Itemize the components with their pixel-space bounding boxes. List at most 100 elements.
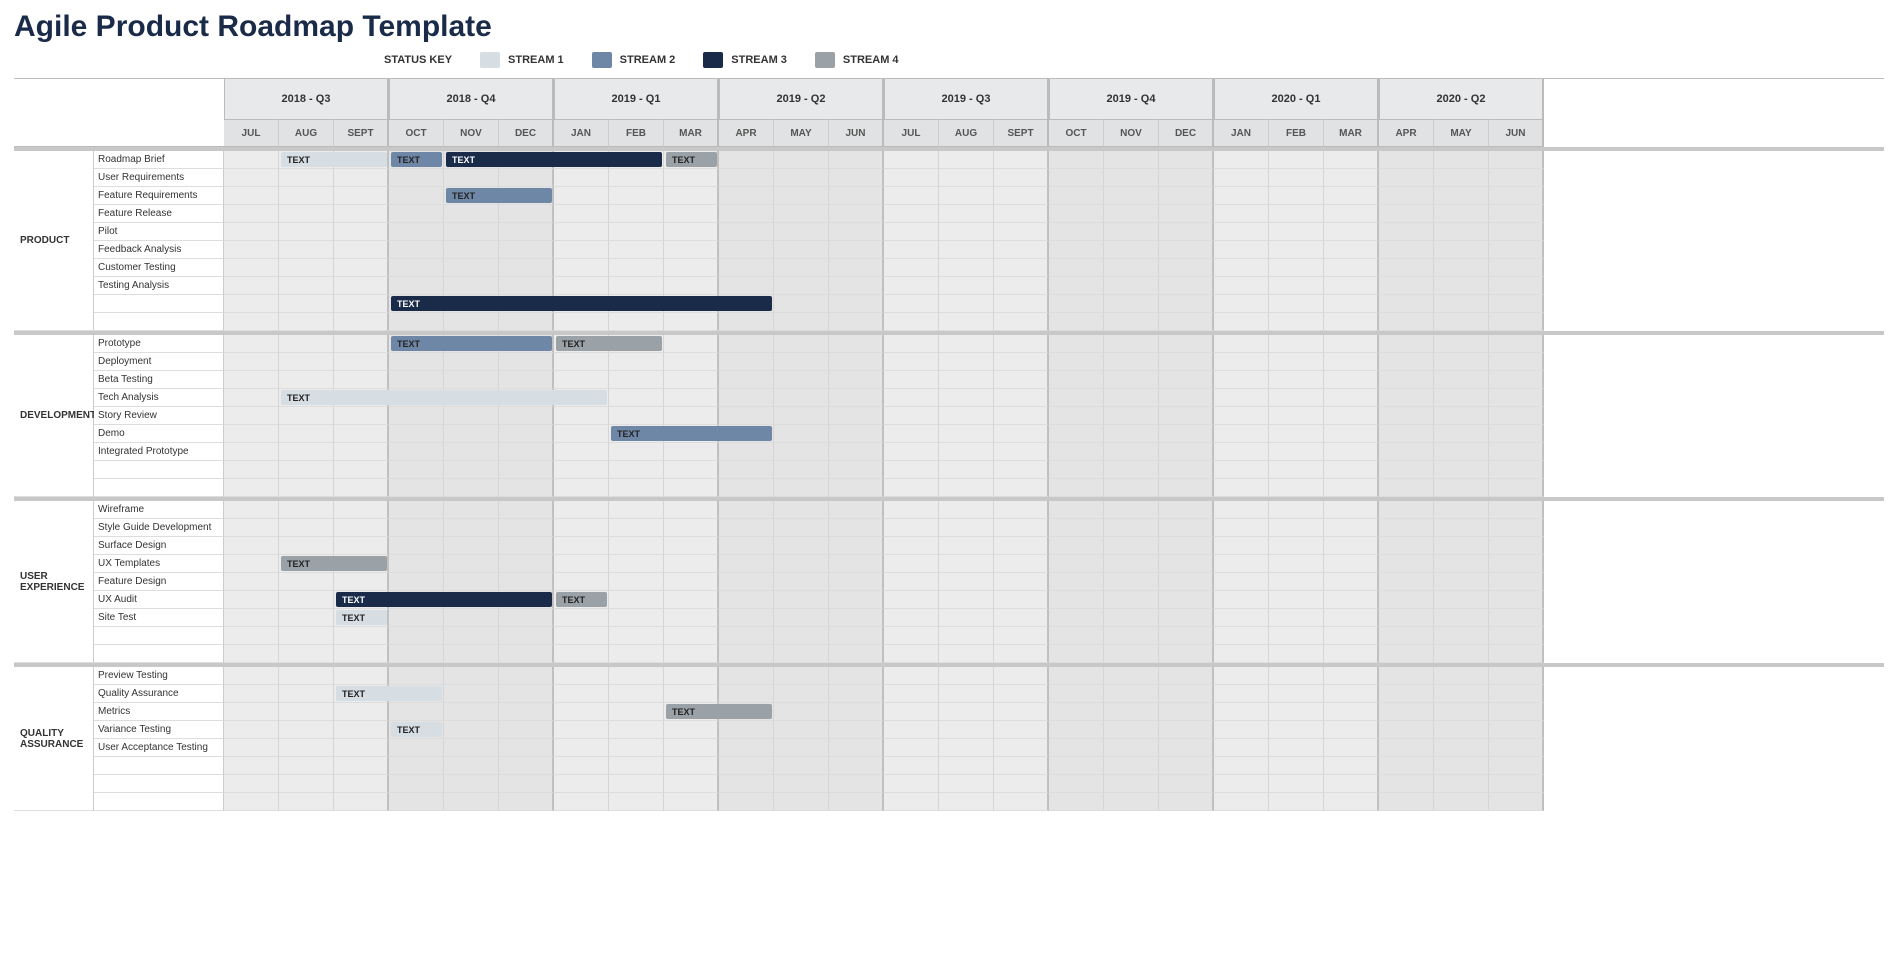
timeline-cell	[1159, 389, 1214, 407]
timeline-cell	[719, 739, 774, 757]
gantt-bar[interactable]: TEXT	[336, 686, 442, 701]
timeline-cell	[1379, 501, 1434, 519]
timeline-cell: TEXT	[554, 591, 609, 609]
month-header: JUN	[829, 119, 884, 147]
gantt-bar[interactable]: TEXT	[446, 152, 662, 167]
timeline-cell	[719, 793, 774, 811]
timeline-cell	[1159, 609, 1214, 627]
timeline-cell	[719, 151, 774, 169]
timeline-cell	[334, 295, 389, 313]
timeline-cell	[609, 501, 664, 519]
timeline-cell	[829, 461, 884, 479]
gantt-bar[interactable]: TEXT	[556, 592, 607, 607]
timeline-cell	[1269, 223, 1324, 241]
timeline-cell	[774, 169, 829, 187]
timeline-cell	[334, 573, 389, 591]
month-header: JUN	[1489, 119, 1544, 147]
timeline-cell	[719, 187, 774, 205]
timeline-cell	[444, 259, 499, 277]
timeline-cell	[499, 573, 554, 591]
timeline-cell	[1489, 425, 1544, 443]
timeline-cell	[1269, 627, 1324, 645]
timeline-cell	[279, 519, 334, 537]
gantt-bar[interactable]: TEXT	[391, 722, 442, 737]
timeline-cell	[1434, 371, 1489, 389]
timeline-cell	[1324, 461, 1379, 479]
timeline-cell	[1159, 519, 1214, 537]
timeline-cell	[499, 313, 554, 331]
timeline-cell	[389, 609, 444, 627]
timeline-cell	[334, 703, 389, 721]
timeline-cell	[334, 793, 389, 811]
timeline-cell	[939, 627, 994, 645]
gantt-bar[interactable]: TEXT	[446, 188, 552, 203]
timeline-cell	[1324, 519, 1379, 537]
gantt-bar[interactable]: TEXT	[336, 610, 387, 625]
timeline-cell	[829, 645, 884, 663]
timeline-cell	[389, 425, 444, 443]
timeline-cell	[554, 479, 609, 497]
timeline-cell	[719, 259, 774, 277]
timeline-cell	[1049, 443, 1104, 461]
timeline-cell	[719, 757, 774, 775]
timeline-cell	[554, 573, 609, 591]
timeline-cell	[829, 259, 884, 277]
timeline-cell	[1269, 389, 1324, 407]
timeline-cell	[939, 425, 994, 443]
legend-item-s1: STREAM 1	[480, 52, 564, 68]
gantt-bar[interactable]: TEXT	[391, 296, 772, 311]
timeline-cell	[1049, 685, 1104, 703]
month-header: MAY	[774, 119, 829, 147]
timeline-cell	[884, 259, 939, 277]
timeline-cell	[664, 573, 719, 591]
task-label: Beta Testing	[94, 371, 224, 389]
timeline-cell: TEXT	[389, 151, 444, 169]
timeline-cell	[1434, 645, 1489, 663]
timeline-cell: TEXT	[609, 425, 664, 443]
timeline-cell	[1324, 353, 1379, 371]
timeline-cell	[939, 295, 994, 313]
timeline-cell	[939, 721, 994, 739]
timeline-cell	[774, 645, 829, 663]
gantt-bar[interactable]: TEXT	[281, 152, 387, 167]
timeline-cell	[829, 169, 884, 187]
timeline-cell	[1324, 407, 1379, 425]
gantt-bar[interactable]: TEXT	[666, 152, 717, 167]
timeline-cell	[554, 443, 609, 461]
timeline-cell	[279, 793, 334, 811]
timeline-cell	[1214, 739, 1269, 757]
timeline-cell	[554, 775, 609, 793]
timeline-cell	[1269, 151, 1324, 169]
gantt-bar[interactable]: TEXT	[281, 390, 607, 405]
timeline-cell	[1379, 205, 1434, 223]
timeline-cell	[1269, 335, 1324, 353]
timeline-cell	[664, 519, 719, 537]
timeline-cell	[829, 501, 884, 519]
timeline-cell	[444, 667, 499, 685]
timeline-cell	[664, 609, 719, 627]
timeline-cell	[994, 555, 1049, 573]
timeline-cell	[939, 241, 994, 259]
timeline-cell	[499, 371, 554, 389]
gantt-bar[interactable]: TEXT	[391, 152, 442, 167]
gantt-bar[interactable]: TEXT	[336, 592, 552, 607]
timeline-cell	[664, 501, 719, 519]
timeline-cell	[224, 609, 279, 627]
timeline-cell	[1159, 461, 1214, 479]
gantt-bar[interactable]: TEXT	[281, 556, 387, 571]
month-header: APR	[719, 119, 774, 147]
timeline-cell	[389, 353, 444, 371]
timeline-cell	[1159, 703, 1214, 721]
gantt-bar[interactable]: TEXT	[611, 426, 772, 441]
timeline-cell	[1049, 371, 1104, 389]
timeline-cell	[279, 223, 334, 241]
timeline-cell	[829, 425, 884, 443]
timeline-cell	[444, 169, 499, 187]
gantt-bar[interactable]: TEXT	[391, 336, 552, 351]
timeline-cell	[1489, 721, 1544, 739]
gantt-bar[interactable]: TEXT	[666, 704, 772, 719]
timeline-cell	[389, 555, 444, 573]
timeline-cell	[939, 573, 994, 591]
timeline-cell	[224, 461, 279, 479]
gantt-bar[interactable]: TEXT	[556, 336, 662, 351]
